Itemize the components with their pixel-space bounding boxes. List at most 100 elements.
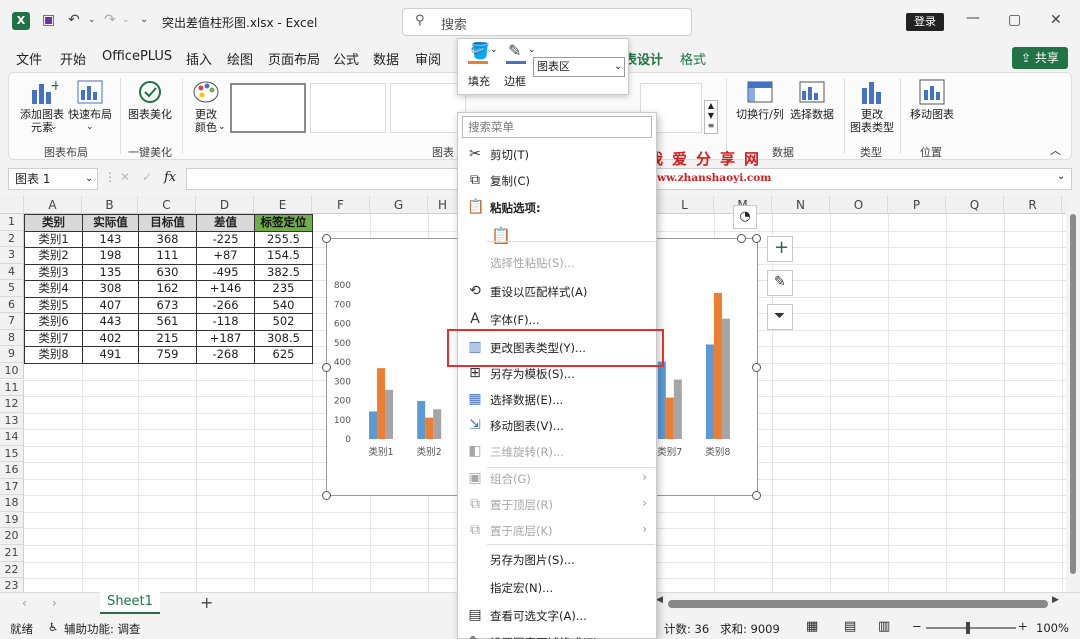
column-header[interactable]: E [254, 196, 312, 214]
customize-toolbar-icon[interactable]: ⌄ [140, 14, 148, 25]
bar[interactable] [369, 411, 378, 439]
maximize-icon[interactable]: ▢ [1008, 12, 1021, 28]
table-cell[interactable]: 198 [82, 247, 139, 265]
page-break-view-icon[interactable]: ▥ [878, 619, 890, 634]
table-header-cell[interactable]: 目标值 [138, 214, 197, 232]
table-header-cell[interactable]: 差值 [196, 214, 255, 232]
enter-icon[interactable]: ✓ [142, 170, 152, 184]
row-header[interactable]: 5 [0, 280, 24, 297]
bar[interactable] [721, 318, 730, 439]
row-header[interactable]: 12 [0, 396, 24, 413]
change-chart-type-button[interactable]: 更改 图表类型 [846, 108, 898, 134]
page-layout-view-icon[interactable]: ▤ [844, 619, 856, 634]
row-header[interactable]: 8 [0, 329, 24, 347]
table-cell[interactable]: 407 [82, 296, 139, 314]
table-cell[interactable]: -495 [196, 263, 255, 281]
chart-filter-floating-button[interactable]: ◔ [733, 205, 757, 229]
undo-icon[interactable]: ↶ [68, 12, 80, 28]
table-header-cell[interactable]: 类别 [24, 214, 83, 232]
bar[interactable] [657, 361, 666, 439]
context-menu-item[interactable]: 📋 粘贴选项: [457, 195, 657, 221]
row-header[interactable]: 20 [0, 528, 24, 545]
table-cell[interactable]: -268 [196, 346, 255, 364]
row-header[interactable]: 13 [0, 412, 24, 430]
chart-resize-handle[interactable] [322, 234, 331, 243]
bar[interactable] [713, 292, 722, 439]
table-cell[interactable]: 673 [138, 296, 197, 314]
next-sheet-icon[interactable]: › [52, 596, 57, 610]
table-cell[interactable]: 502 [254, 313, 313, 331]
row-header[interactable]: 4 [0, 263, 24, 281]
row-header[interactable]: 3 [0, 247, 24, 264]
add-sheet-icon[interactable]: + [200, 593, 213, 612]
context-menu-item[interactable]: ✎ 设置图表区域格式(F)... [457, 630, 657, 639]
table-header-cell[interactable]: 实际值 [82, 214, 139, 232]
bar[interactable] [377, 368, 386, 439]
chart-beautify-button[interactable]: 图表美化 [124, 108, 176, 121]
table-cell[interactable]: 154.5 [254, 247, 313, 265]
border-dropdown-icon[interactable]: ⌄ [528, 45, 536, 55]
tab-draw[interactable]: 绘图 [227, 49, 253, 68]
tab-officeplus[interactable]: OfficePLUS [102, 49, 172, 64]
bar[interactable] [385, 389, 394, 439]
table-cell[interactable]: +187 [196, 329, 255, 347]
table-cell[interactable]: 382.5 [254, 263, 313, 281]
chart-styles-button[interactable]: ✎ [767, 270, 793, 296]
chart-resize-handle[interactable] [322, 491, 331, 500]
bar[interactable] [417, 400, 426, 439]
scroll-thumb[interactable] [1070, 214, 1076, 574]
row-header[interactable]: 1 [0, 214, 24, 231]
table-cell[interactable]: 308 [82, 280, 139, 298]
row-header[interactable]: 23 [0, 578, 24, 592]
styles-scroll-buttons[interactable]: ▲ ▼ ≡ [704, 100, 718, 134]
name-box-dropdown-icon[interactable]: ⌄ [85, 169, 93, 189]
sheet-tab-sheet1[interactable]: Sheet1 [100, 592, 160, 614]
add-chart-element-button[interactable]: 添加图表 元素 [18, 108, 66, 134]
column-header[interactable]: D [196, 196, 254, 214]
column-header[interactable]: P [888, 196, 946, 214]
border-label[interactable]: 边框 [504, 73, 526, 89]
expand-formula-icon[interactable]: ⌄ [1057, 171, 1065, 182]
table-cell[interactable]: 135 [82, 263, 139, 281]
undo-dropdown-icon[interactable]: ⌄ [88, 15, 96, 25]
tab-chart-design[interactable]: 表设计 [624, 49, 663, 68]
table-cell[interactable]: 类别4 [24, 280, 83, 298]
chart-style-thumbnail[interactable] [390, 83, 466, 133]
redo-dropdown-icon[interactable]: ⌄ [122, 15, 130, 25]
chart-filters-button[interactable]: ⏷ [767, 304, 793, 330]
table-cell[interactable]: +87 [196, 247, 255, 265]
search-box[interactable]: ⚲ 搜索 [402, 8, 692, 36]
paste-option-icon[interactable]: 📋 [491, 226, 511, 245]
switch-row-col-button[interactable]: 切换行/列 [734, 108, 786, 121]
column-header[interactable]: C [138, 196, 196, 214]
table-cell[interactable]: 类别1 [24, 230, 83, 248]
context-menu-item[interactable]: ⇲ 移动图表(V)... [457, 413, 657, 439]
context-menu-item[interactable]: 另存为图片(S)... [457, 547, 657, 573]
table-cell[interactable]: 类别6 [24, 313, 83, 331]
column-header[interactable]: B [82, 196, 138, 214]
context-menu-item[interactable]: ⟲ 重设以匹配样式(A) [457, 279, 657, 305]
row-header[interactable]: 2 [0, 230, 24, 248]
context-menu-item[interactable]: 指定宏(N)... [457, 575, 657, 601]
chart-resize-handle[interactable] [752, 234, 761, 243]
data-table[interactable]: 类别 实际值 目标值 差值 标签定位 类别1 143 368 -225 255.5 类别2… [24, 214, 313, 364]
table-cell[interactable]: -225 [196, 230, 255, 248]
tab-data[interactable]: 数据 [373, 49, 399, 68]
more-icon[interactable]: ⋮ [104, 170, 116, 184]
save-icon[interactable]: ▣ [42, 12, 55, 28]
table-cell[interactable]: 235 [254, 280, 313, 298]
select-data-button[interactable]: 选择数据 [786, 108, 838, 121]
border-icon[interactable]: ✎ [508, 41, 521, 60]
cancel-icon[interactable]: ✕ [120, 170, 130, 184]
fill-icon[interactable]: 🪣 [470, 41, 490, 60]
fill-label[interactable]: 填充 [468, 73, 490, 89]
row-header[interactable]: 11 [0, 379, 24, 396]
table-header-cell[interactable]: 标签定位 [254, 214, 313, 232]
chart-resize-handle[interactable] [752, 491, 761, 500]
zoom-slider[interactable] [926, 622, 1016, 634]
row-header[interactable]: 21 [0, 545, 24, 562]
tab-file[interactable]: 文件 [16, 49, 42, 68]
context-menu-item[interactable]: ▣ 组合(G) › [457, 466, 657, 492]
table-cell[interactable]: 215 [138, 329, 197, 347]
bar[interactable] [433, 409, 442, 439]
